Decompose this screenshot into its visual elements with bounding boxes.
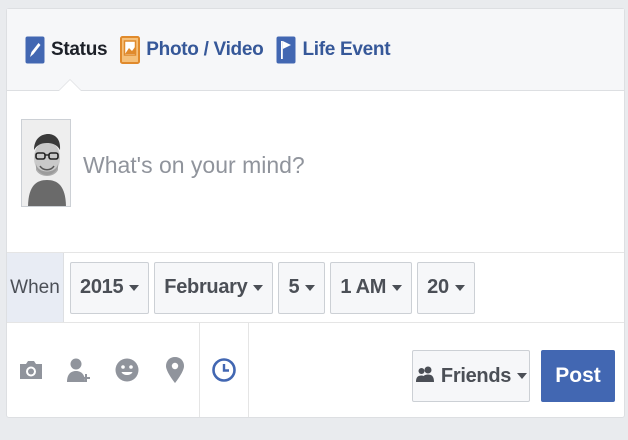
- friends-icon: [415, 365, 435, 388]
- composer-body: [7, 91, 624, 253]
- minute-select[interactable]: 20: [417, 261, 475, 314]
- avatar: [21, 119, 71, 207]
- chevron-down-icon: [392, 284, 403, 291]
- chevron-down-icon: [454, 284, 465, 291]
- chevron-down-icon: [305, 284, 316, 291]
- day-value: 5: [288, 276, 300, 298]
- month-value: February: [164, 276, 248, 298]
- location-pin-icon[interactable]: [151, 323, 199, 417]
- post-button[interactable]: Post: [541, 350, 615, 402]
- date-selectors: 2015 February 5 1 AM 20: [64, 253, 480, 322]
- audience-selector-button[interactable]: Friends: [412, 350, 530, 402]
- chevron-down-icon: [517, 373, 528, 379]
- status-input[interactable]: [83, 149, 603, 181]
- chevron-down-icon: [253, 284, 264, 291]
- tab-status-label: Status: [51, 38, 108, 60]
- month-select[interactable]: February: [154, 261, 274, 314]
- composer-tabs: Status Photo / Video Life Event: [7, 9, 624, 91]
- chevron-down-icon: [129, 284, 140, 291]
- hour-select[interactable]: 1 AM: [330, 261, 413, 314]
- when-row: When 2015 February 5 1 AM 20: [7, 253, 624, 323]
- audience-label: Friends: [440, 364, 512, 387]
- year-value: 2015: [80, 276, 124, 298]
- flag-icon: [276, 36, 296, 64]
- footer-separator: [248, 323, 249, 417]
- minute-value: 20: [427, 276, 449, 298]
- clock-icon[interactable]: [200, 323, 248, 417]
- photo-icon: [120, 35, 141, 64]
- year-select[interactable]: 2015: [70, 261, 150, 314]
- tab-status[interactable]: Status: [25, 36, 108, 64]
- day-select[interactable]: 5: [278, 261, 326, 314]
- tab-life-event[interactable]: Life Event: [276, 36, 391, 64]
- hour-value: 1 AM: [340, 276, 387, 298]
- attachment-icons: [7, 323, 249, 417]
- emoji-icon[interactable]: [103, 323, 151, 417]
- post-composer: Status Photo / Video Life Event What's o…: [6, 8, 625, 418]
- composer-footer: Friends Post: [7, 323, 624, 417]
- pencil-icon: [25, 36, 45, 64]
- tab-photo-video[interactable]: Photo / Video: [120, 35, 264, 64]
- tag-friends-icon[interactable]: [55, 323, 103, 417]
- tab-photo-video-label: Photo / Video: [146, 38, 264, 60]
- when-label: When: [7, 253, 64, 322]
- camera-icon[interactable]: [7, 323, 55, 417]
- active-tab-notch: [59, 80, 81, 91]
- tab-life-event-label: Life Event: [302, 38, 391, 60]
